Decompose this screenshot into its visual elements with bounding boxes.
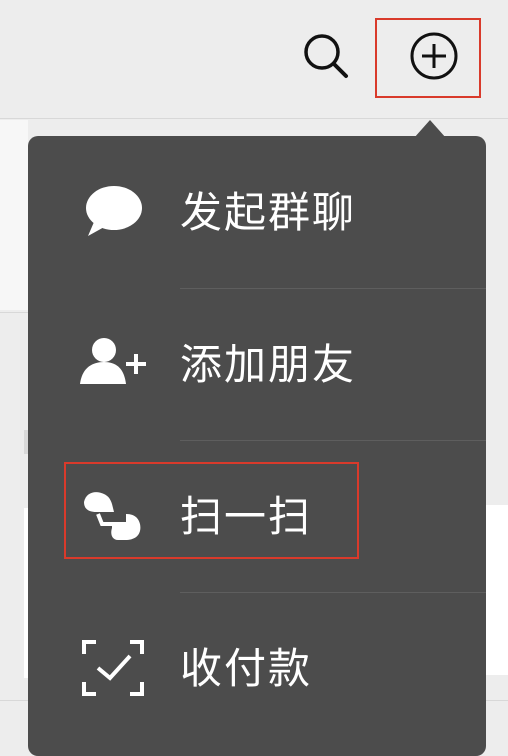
menu-item-label: 添加朋友 <box>180 340 357 389</box>
add-friend-icon <box>78 332 148 396</box>
chat-bubble-icon <box>78 180 148 244</box>
background-divider <box>0 312 28 313</box>
background-card-right <box>486 505 508 675</box>
menu-item-label: 发起群聊 <box>180 188 357 237</box>
highlight-scan-item <box>64 462 359 559</box>
top-bar-divider <box>0 118 508 119</box>
menu-item-label: 收付款 <box>180 644 313 693</box>
menu-item-add-friend[interactable]: 添加朋友 <box>28 288 486 440</box>
highlight-add-button <box>375 18 481 98</box>
background-list-fragment <box>0 120 28 310</box>
money-scan-icon <box>78 636 148 700</box>
menu-item-start-group-chat[interactable]: 发起群聊 <box>28 136 486 288</box>
search-button[interactable] <box>298 30 354 82</box>
search-icon <box>304 34 348 78</box>
add-menu-popover: 发起群聊 添加朋友 扫一扫 收付款 <box>28 136 486 756</box>
menu-item-money[interactable]: 收付款 <box>28 592 486 744</box>
